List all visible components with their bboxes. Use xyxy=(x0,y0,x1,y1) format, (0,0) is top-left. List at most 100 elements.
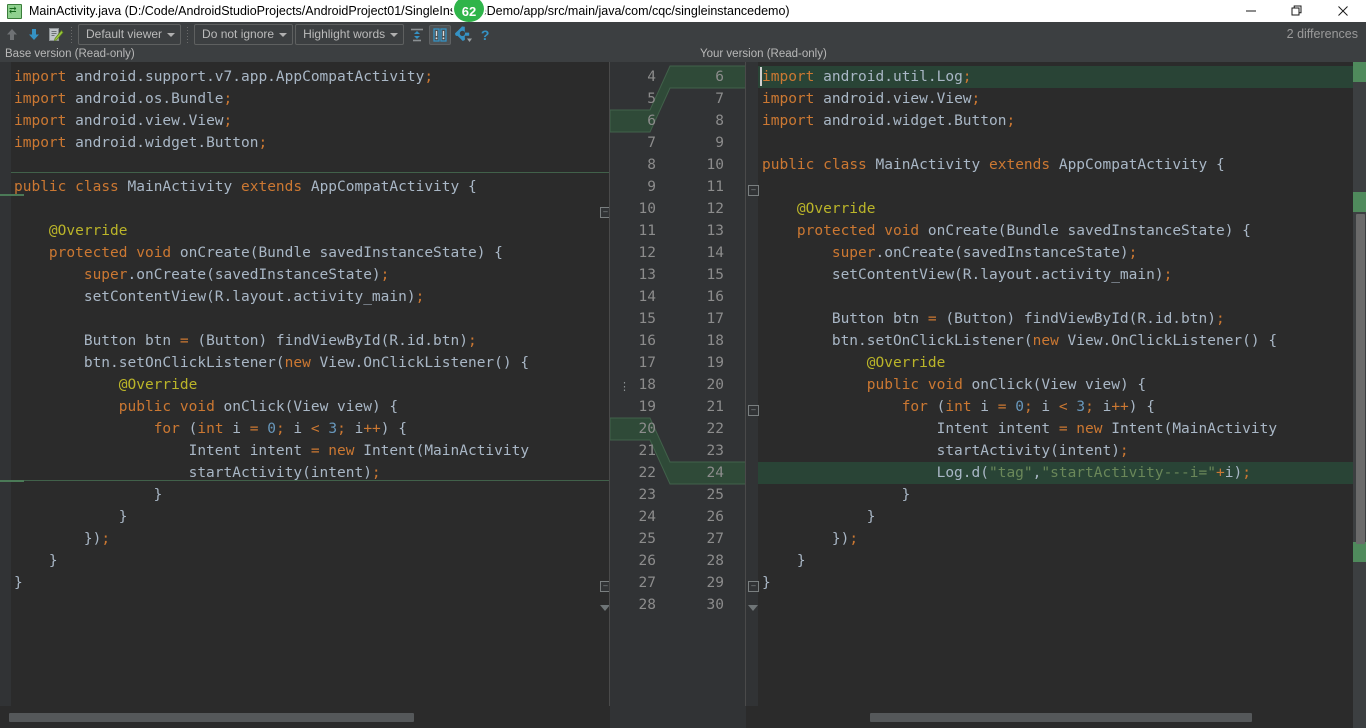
settings-gear-icon[interactable] xyxy=(453,24,473,45)
code-line: protected void onCreate(Bundle savedInst… xyxy=(48,245,503,261)
diff-body: import android.support.v7.app.AppCompatA… xyxy=(0,62,1366,706)
line-number: 25 xyxy=(706,487,724,503)
code-line: import android.widget.Button; xyxy=(14,135,268,151)
synchronize-scrolling-icon[interactable] xyxy=(429,24,452,45)
viewer-select[interactable]: Default viewer xyxy=(78,24,182,45)
close-icon[interactable] xyxy=(1320,0,1366,22)
line-number: 26 xyxy=(706,509,724,525)
line-number: 14 xyxy=(706,245,724,261)
diff-marker[interactable] xyxy=(1353,62,1366,82)
line-number: 8 xyxy=(647,157,656,173)
code-line: super.onCreate(savedInstanceState); xyxy=(831,245,1138,261)
line-number: 17 xyxy=(706,311,724,327)
code-line: import android.util.Log; xyxy=(762,69,972,85)
line-number: 15 xyxy=(706,267,724,283)
line-number: 30 xyxy=(706,597,724,613)
help-icon[interactable]: ? xyxy=(475,24,495,45)
line-number: 5 xyxy=(647,91,656,107)
code-line: @Override xyxy=(118,377,198,393)
fold-marker[interactable]: – xyxy=(748,581,759,592)
line-number: 11 xyxy=(638,223,656,239)
line-number: 11 xyxy=(706,179,724,195)
vertical-scroll-thumb[interactable] xyxy=(1356,214,1365,544)
line-number: 24 xyxy=(638,509,656,525)
code-line: } xyxy=(14,553,58,569)
line-number: 20 xyxy=(638,421,656,437)
difference-count: 2 differences xyxy=(1286,27,1358,41)
chevron-down-icon xyxy=(167,33,176,37)
line-number: 25 xyxy=(638,531,656,547)
line-number: 13 xyxy=(638,267,656,283)
code-line: @Override xyxy=(48,223,128,239)
code-line: public class MainActivity extends AppCom… xyxy=(762,157,1225,173)
code-line: @Override xyxy=(796,201,876,217)
right-horizontal-scrollbar[interactable] xyxy=(746,706,1353,728)
modified-lines-marker: ⋮ xyxy=(619,381,630,393)
window-title: MainActivity.java (D:/Code/AndroidStudio… xyxy=(29,4,790,18)
line-number: 10 xyxy=(638,201,656,217)
fold-marker[interactable]: – xyxy=(748,185,759,196)
line-number: 21 xyxy=(706,399,724,415)
code-line: Intent intent = new Intent(MainActivity xyxy=(14,443,530,459)
line-number: 24 xyxy=(706,465,724,481)
right-line-numbers: 6 7 8 9 10 11 12 13 14 15 16 17 18 19 20 21 22 23 24 25 26 27… xyxy=(678,66,724,616)
right-horizontal-scroll-thumb[interactable] xyxy=(870,713,1252,722)
code-line: startActivity(intent); xyxy=(762,443,1129,459)
line-number: 9 xyxy=(647,179,656,195)
window-controls xyxy=(1228,0,1366,22)
fold-end-marker[interactable] xyxy=(748,605,758,611)
left-marker-strip xyxy=(0,62,11,706)
line-number: 6 xyxy=(647,113,656,129)
vertical-scrollbar[interactable] xyxy=(1353,62,1366,706)
left-code-text: import android.support.v7.app.AppCompatA… xyxy=(14,66,529,616)
code-line: protected void onCreate(Bundle savedInst… xyxy=(796,223,1251,239)
code-line: }); xyxy=(14,531,111,547)
pane-headers: Base version (Read-only) Your version (R… xyxy=(0,47,1366,62)
code-line: import android.widget.Button; xyxy=(762,113,1016,129)
apply-changes-icon[interactable] xyxy=(46,24,66,45)
collapse-unchanged-icon[interactable] xyxy=(407,24,427,45)
code-line: import android.os.Bundle; xyxy=(14,91,233,107)
viewer-select-label: Default viewer xyxy=(86,27,163,41)
left-line-numbers: 4 5 6 7 8 9 10 11 12 13 14 15 16 17 18 19 20 21 22 23 24 25 26… xyxy=(610,66,656,616)
fold-marker[interactable]: – xyxy=(748,405,759,416)
minimize-icon[interactable] xyxy=(1228,0,1274,22)
diff-marker[interactable] xyxy=(1353,192,1366,212)
line-number: 16 xyxy=(706,289,724,305)
notification-badge[interactable]: 62 xyxy=(452,0,486,24)
line-number: 19 xyxy=(638,399,656,415)
line-number: 10 xyxy=(706,157,724,173)
code-line: public void onClick(View view) { xyxy=(118,399,399,415)
right-pane-header: Your version (Read-only) xyxy=(700,48,827,60)
code-line: Button btn = (Button) findViewById(R.id.… xyxy=(14,333,477,349)
left-horizontal-scroll-thumb[interactable] xyxy=(9,713,414,722)
highlight-select[interactable]: Highlight words xyxy=(295,24,405,45)
line-number: 22 xyxy=(638,465,656,481)
left-horizontal-scrollbar[interactable] xyxy=(0,706,610,728)
line-number: 12 xyxy=(638,245,656,261)
code-line: import android.view.View; xyxy=(762,91,981,107)
code-line: Button btn = (Button) findViewById(R.id.… xyxy=(762,311,1225,327)
code-line: } xyxy=(762,553,806,569)
diff-marker[interactable] xyxy=(1353,542,1366,562)
restore-icon[interactable] xyxy=(1274,0,1320,22)
whitespace-select-label: Do not ignore xyxy=(202,27,275,41)
next-difference-icon[interactable] xyxy=(24,24,44,45)
pane-divider xyxy=(609,62,610,706)
left-editor-pane[interactable]: import android.support.v7.app.AppCompatA… xyxy=(0,62,610,706)
line-number: 16 xyxy=(638,333,656,349)
line-number: 18 xyxy=(706,333,724,349)
code-line: @Override xyxy=(866,355,946,371)
previous-difference-icon[interactable] xyxy=(2,24,22,45)
right-editor-pane[interactable]: import android.util.Log; import android.v… xyxy=(758,62,1353,706)
line-number: 9 xyxy=(715,135,724,151)
code-line: super.onCreate(savedInstanceState); xyxy=(83,267,390,283)
line-number: 27 xyxy=(638,575,656,591)
right-code-text: import android.util.Log; import android.v… xyxy=(762,66,1277,616)
line-number: 7 xyxy=(647,135,656,151)
whitespace-select[interactable]: Do not ignore xyxy=(194,24,294,45)
